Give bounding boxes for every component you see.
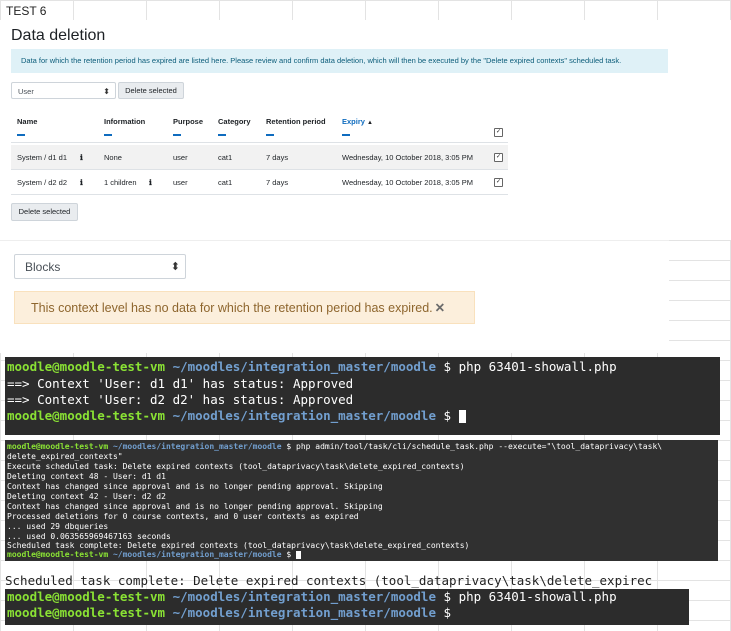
terminal-output-line: Execute scheduled task: Delete expired c… — [7, 462, 465, 471]
cell-information: None — [104, 153, 122, 162]
cell-expiry: Wednesday, 10 October 2018, 3:05 PM — [342, 178, 474, 187]
select-all-checkbox[interactable]: ✓ — [494, 128, 503, 137]
terminal-prompt-line: moodle@moodle-test-vm ~/moodles/integrat… — [7, 605, 452, 620]
column-header-name[interactable]: Name — [17, 117, 37, 136]
cell-category: cat1 — [218, 153, 233, 162]
delete-selected-button-top[interactable]: Delete selected — [118, 82, 184, 99]
cell-name: System / d2 d2 — [17, 178, 68, 187]
info-icon[interactable]: ℹ — [80, 153, 83, 162]
row-checkbox[interactable]: ✓ — [494, 153, 503, 162]
page-title: Data deletion — [11, 27, 106, 44]
terminal-command-line: moodle@moodle-test-vm ~/moodles/integrat… — [7, 359, 617, 374]
no-data-alert: This context level has no data for which… — [14, 291, 475, 324]
test-label: TEST 6 — [6, 4, 47, 18]
terminal-output-line: delete_expired_contexts" — [7, 452, 123, 461]
cell-name: System / d1 d1 — [17, 153, 68, 162]
terminal-output-line: Context has changed since approval and i… — [7, 502, 383, 511]
blocks-context-select-value: Blocks — [25, 260, 61, 274]
terminal-output-line: Deleting context 42 - User: d2 d2 — [7, 492, 166, 501]
close-icon[interactable]: ✕ — [435, 301, 445, 315]
terminal-output-line: Deleting context 48 - User: d1 d1 — [7, 472, 166, 481]
terminal-output-line: ... used 29 dbqueries — [7, 522, 109, 531]
terminal-output-line: Processed deletions for 0 course context… — [7, 512, 359, 521]
column-header-expiry[interactable]: Expiry ▲ — [342, 117, 373, 136]
sort-ascending-icon: ▲ — [367, 120, 373, 126]
cell-category: cat1 — [218, 178, 233, 187]
terminal-command-line: moodle@moodle-test-vm ~/moodles/integrat… — [7, 589, 617, 604]
blocks-context-select[interactable]: Blocks ⬍ — [14, 254, 186, 279]
select-chevron-icon: ⬍ — [103, 87, 110, 96]
no-data-alert-text: This context level has no data for which… — [31, 301, 433, 315]
terminal-output-line: Context has changed since approval and i… — [7, 482, 383, 491]
column-header-purpose[interactable]: Purpose — [173, 117, 203, 136]
column-header-category[interactable]: Category — [218, 117, 251, 136]
terminal-output-line: Scheduled task complete: Delete expired … — [7, 541, 470, 550]
info-icon[interactable]: ℹ — [80, 178, 83, 187]
cut-off-terminal-line: Scheduled task complete: Delete expired … — [5, 573, 653, 588]
terminal-window-schedule-task[interactable]: moodle@moodle-test-vm ~/moodles/integrat… — [5, 440, 718, 561]
delete-selected-button-bottom[interactable]: Delete selected — [11, 203, 78, 221]
table-row: System / d2 d2 ℹ 1 children ℹ user cat1 … — [11, 170, 508, 195]
table-row: System / d1 d1 ℹ None user cat1 7 days W… — [11, 145, 508, 170]
column-header-information[interactable]: Information — [104, 117, 145, 136]
terminal-cursor — [458, 410, 466, 423]
context-level-select[interactable]: User ⬍ — [11, 82, 116, 99]
terminal-prompt-line: moodle@moodle-test-vm ~/moodles/integrat… — [7, 408, 466, 423]
cell-retention-period: 7 days — [266, 153, 289, 162]
info-icon[interactable]: ℹ — [149, 178, 152, 187]
terminal-output-line: ==> Context 'User: d2 d2' has status: Ap… — [7, 392, 354, 407]
terminal-output-line: ==> Context 'User: d1 d1' has status: Ap… — [7, 376, 354, 391]
cell-information: 1 children — [104, 178, 137, 187]
context-level-select-value: User — [18, 87, 34, 96]
terminal-window-showall[interactable]: moodle@moodle-test-vm ~/moodles/integrat… — [5, 357, 720, 435]
terminal-prompt-line: moodle@moodle-test-vm ~/moodles/integrat… — [7, 550, 302, 559]
terminal-window-showall-second[interactable]: moodle@moodle-test-vm ~/moodles/integrat… — [5, 589, 689, 625]
table-header: Name Information Purpose Category Retent… — [11, 110, 508, 143]
cell-purpose: user — [173, 153, 188, 162]
cell-expiry: Wednesday, 10 October 2018, 3:05 PM — [342, 153, 474, 162]
terminal-command-line: moodle@moodle-test-vm ~/moodles/integrat… — [7, 442, 663, 451]
cell-purpose: user — [173, 178, 188, 187]
cell-retention-period: 7 days — [266, 178, 289, 187]
info-banner: Data for which the retention period has … — [11, 49, 668, 73]
column-header-retention-period[interactable]: Retention period — [266, 117, 326, 136]
terminal-cursor — [296, 550, 302, 559]
select-chevron-icon: ⬍ — [170, 261, 180, 273]
row-checkbox[interactable]: ✓ — [494, 178, 503, 187]
terminal-output-line: ... used 0.063565969467163 seconds — [7, 532, 171, 541]
